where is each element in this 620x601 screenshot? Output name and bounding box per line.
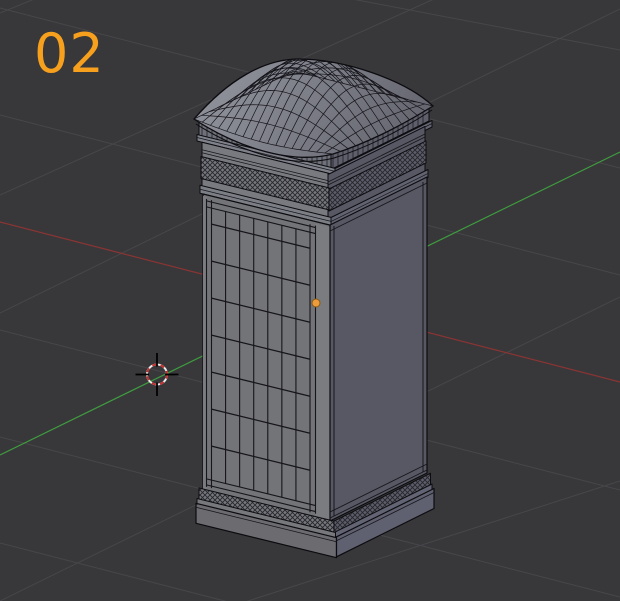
blender-viewport[interactable]: 02 xyxy=(0,0,620,601)
body-front-door xyxy=(202,193,331,522)
phone-box-model[interactable] xyxy=(193,55,435,559)
viewport-3d-canvas[interactable] xyxy=(0,0,620,601)
body-right-face xyxy=(329,176,428,522)
scene-number-label: 02 xyxy=(34,22,105,85)
object-origin-dot xyxy=(311,298,321,308)
cursor-3d xyxy=(135,353,179,396)
